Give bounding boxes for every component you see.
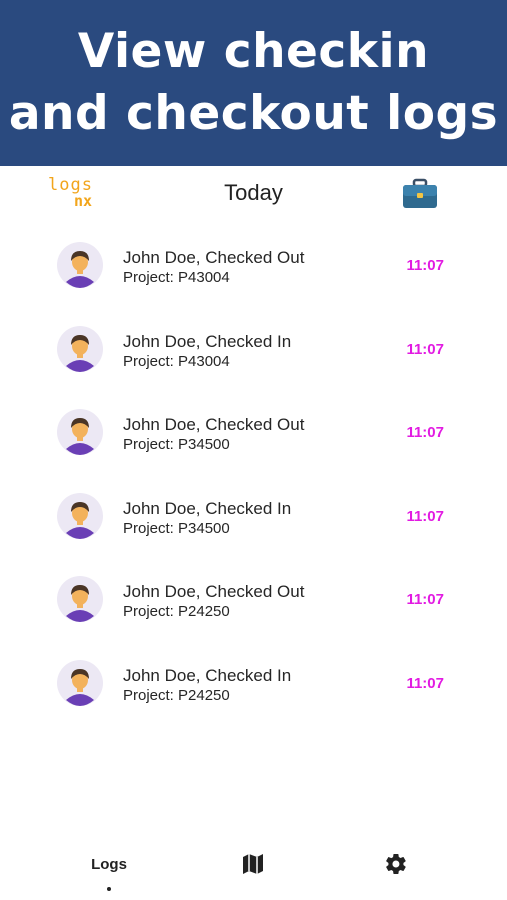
banner-line-1: View checkin (77, 24, 430, 79)
banner-line-2: and checkout logs (8, 86, 499, 141)
map-icon[interactable] (242, 853, 264, 875)
avatar (57, 242, 103, 288)
log-time: 11:07 (406, 257, 444, 274)
log-title: John Doe, Checked In (123, 498, 292, 518)
briefcase-icon[interactable] (401, 178, 439, 210)
log-title: John Doe, Checked In (123, 331, 292, 351)
log-title: John Doe, Checked Out (123, 582, 305, 601)
list-item[interactable]: John Doe, Checked Out Project: P24250 11… (0, 558, 507, 642)
avatar (57, 325, 103, 372)
active-tab-indicator (107, 887, 111, 891)
avatar (57, 409, 103, 455)
log-project: Project: P34500 (123, 436, 230, 453)
log-project: Project: P43004 (123, 352, 230, 370)
log-time: 11:07 (406, 340, 444, 358)
avatar (57, 492, 103, 539)
avatar (57, 576, 103, 622)
log-project: Project: P24250 (123, 603, 230, 620)
gear-icon[interactable] (384, 852, 408, 876)
nav-tab-logs[interactable]: Logs (79, 856, 139, 873)
list-item[interactable]: John Doe, Checked Out Project: P43004 11… (0, 224, 507, 308)
log-time: 11:07 (406, 424, 444, 441)
log-time: 11:07 (406, 674, 444, 692)
bottom-nav: Logs (0, 840, 507, 900)
promo-banner: View checkin and checkout logs (0, 0, 507, 166)
log-time: 11:07 (406, 507, 444, 525)
log-project: Project: P34500 (123, 519, 230, 537)
log-list: John Doe, Checked Out Project: P43004 11… (0, 224, 507, 725)
log-time: 11:07 (406, 591, 444, 608)
list-item[interactable]: John Doe, Checked In Project: P24250 11:… (0, 642, 507, 726)
log-title: John Doe, Checked Out (123, 248, 305, 267)
avatar (57, 659, 103, 706)
list-item[interactable]: John Doe, Checked In Project: P43004 11:… (0, 308, 507, 392)
log-title: John Doe, Checked In (123, 665, 292, 685)
log-project: Project: P24250 (123, 686, 230, 704)
log-project: Project: P43004 (123, 269, 230, 286)
list-item[interactable]: John Doe, Checked In Project: P34500 11:… (0, 475, 507, 559)
log-title: John Doe, Checked Out (123, 415, 305, 434)
list-item[interactable]: John Doe, Checked Out Project: P34500 11… (0, 391, 507, 475)
app-bar: logs nx Today (0, 166, 507, 224)
